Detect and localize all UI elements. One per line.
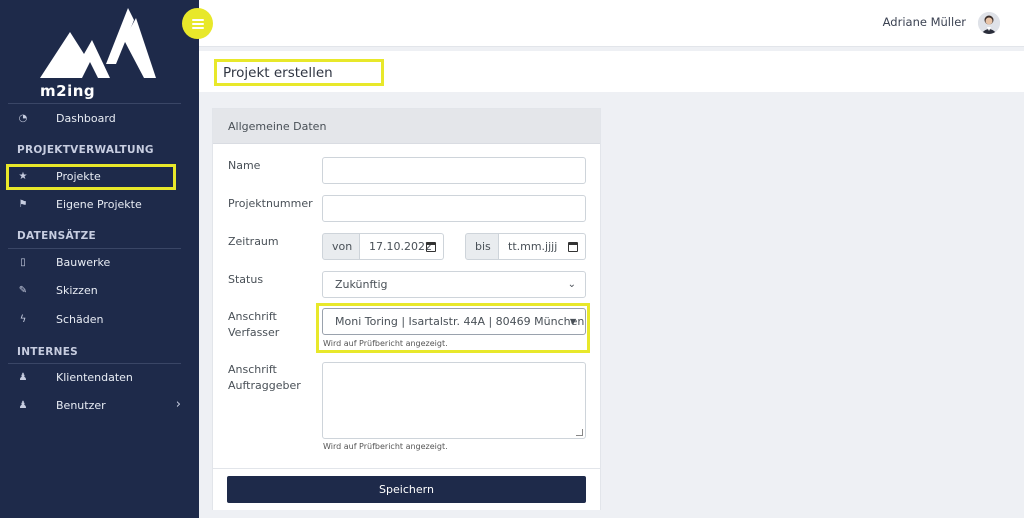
projektnummer-label: Projektnummer <box>228 197 313 210</box>
zeitraum-label: Zeitraum <box>228 235 279 248</box>
star-icon: ★ <box>18 170 28 182</box>
username[interactable]: Adriane Müller <box>883 15 966 29</box>
sidebar-item-dashboard[interactable]: ◔ Dashboard <box>8 106 181 130</box>
sidebar-item-label: Skizzen <box>56 283 98 297</box>
calendar-icon[interactable] <box>426 242 436 252</box>
sidebar-item-projekte[interactable]: ★ Projekte <box>8 164 181 188</box>
label-line: Anschrift <box>228 310 277 323</box>
menu-toggle-button[interactable] <box>182 8 213 39</box>
sidebar-item-label: Dashboard <box>56 111 116 125</box>
avatar-image <box>978 12 1000 34</box>
save-button[interactable]: Speichern <box>227 476 586 503</box>
building-icon: ▯ <box>20 256 26 268</box>
label-line: Verfasser <box>228 326 280 339</box>
caret-down-icon: ▼ <box>569 317 576 326</box>
page-title: Projekt erstellen <box>223 65 333 81</box>
resize-handle-icon[interactable] <box>576 429 583 436</box>
divider <box>8 248 181 249</box>
label-line: Anschrift <box>228 363 277 376</box>
sidebar-item-label: Schäden <box>56 312 104 326</box>
page-header: Projekt erstellen <box>199 51 1024 92</box>
bis-date-input[interactable]: tt.mm.jjjj <box>499 233 586 260</box>
section-label-datensaetze: DATENSÄTZE <box>17 230 96 242</box>
topbar: Adriane Müller <box>199 0 1024 47</box>
status-label: Status <box>228 273 264 286</box>
sidebar-item-schaeden[interactable]: ϟ Schäden <box>8 307 181 331</box>
avatar[interactable] <box>978 12 1000 34</box>
brand-name: m2ing <box>40 82 96 100</box>
person-icon: ♟ <box>18 399 28 411</box>
sidebar-item-label: Eigene Projekte <box>56 197 142 211</box>
status-select[interactable]: Zukünftig ⌄ <box>322 271 586 298</box>
edit-icon: ✎ <box>18 284 28 296</box>
sidebar-item-label: Benutzer <box>56 398 106 412</box>
von-date-value: 17.10.2022 <box>369 240 432 253</box>
divider <box>8 103 181 104</box>
anschrift-verfasser-value: Moni Toring | Isartalstr. 44A | 80469 Mü… <box>335 315 585 328</box>
person-icon: ♟ <box>18 371 28 383</box>
sidebar-item-skizzen[interactable]: ✎ Skizzen <box>8 278 181 302</box>
von-date-input[interactable]: 17.10.2022 <box>360 233 444 260</box>
section-label-projektverwaltung: PROJEKTVERWALTUNG <box>17 144 154 156</box>
calendar-icon[interactable] <box>568 242 578 252</box>
anschrift-auftraggeber-label: Anschrift Auftraggeber <box>228 362 301 394</box>
card-footer: Speichern <box>213 468 600 510</box>
name-input[interactable] <box>322 157 586 184</box>
von-addon: von <box>322 233 360 260</box>
sidebar-item-eigene-projekte[interactable]: ⚑ Eigene Projekte <box>8 192 181 216</box>
section-label-internes: INTERNES <box>17 346 79 358</box>
divider <box>8 363 181 364</box>
bis-addon: bis <box>465 233 499 260</box>
form-card: Allgemeine Daten Name Projektnummer Zeit… <box>212 108 601 510</box>
dashboard-icon: ◔ <box>18 112 28 124</box>
hamburger-icon <box>191 18 204 29</box>
chevron-down-icon: ⌄ <box>567 279 576 290</box>
name-label: Name <box>228 159 261 172</box>
sidebar-item-benutzer[interactable]: ♟ Benutzer › <box>8 393 181 417</box>
chevron-right-icon: › <box>175 397 181 412</box>
sidebar-item-klientendaten[interactable]: ♟ Klientendaten <box>8 365 181 389</box>
anschrift-verfasser-label: Anschrift Verfasser <box>228 309 279 341</box>
anschrift-verfasser-select[interactable]: Moni Toring | Isartalstr. 44A | 80469 Mü… <box>322 308 586 335</box>
hint-text: Wird auf Prüfbericht angezeigt. <box>323 442 448 451</box>
card-title: Allgemeine Daten <box>213 109 600 144</box>
hint-text: Wird auf Prüfbericht angezeigt. <box>323 339 448 348</box>
flag-icon: ⚑ <box>18 198 28 210</box>
sidebar: m2ing ◔ Dashboard PROJEKTVERWALTUNG ★ Pr… <box>0 0 199 518</box>
anschrift-auftraggeber-textarea[interactable] <box>322 362 586 439</box>
bis-date-placeholder: tt.mm.jjjj <box>508 240 558 253</box>
sidebar-item-bauwerke[interactable]: ▯ Bauwerke <box>8 250 181 274</box>
label-line: Auftraggeber <box>228 379 301 392</box>
bolt-icon: ϟ <box>19 313 27 325</box>
sidebar-item-label: Bauwerke <box>56 255 111 269</box>
sidebar-item-label: Klientendaten <box>56 370 133 384</box>
sidebar-item-label: Projekte <box>56 169 101 183</box>
status-value: Zukünftig <box>335 278 388 291</box>
projektnummer-input[interactable] <box>322 195 586 222</box>
